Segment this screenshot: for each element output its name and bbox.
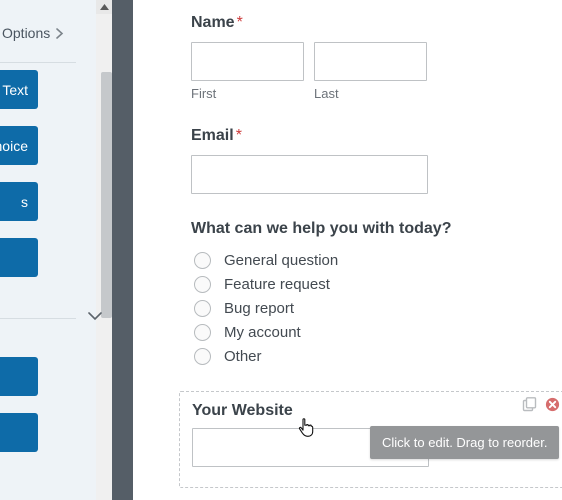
radio-icon [194,324,211,341]
radio-label: Other [224,348,262,365]
duplicate-icon [522,397,537,412]
name-label: Name* [191,14,562,32]
radio-icon [194,348,211,365]
field-pill-choice[interactable]: Choice [0,126,38,165]
required-asterisk: * [236,127,242,144]
section-expander[interactable] [0,301,112,331]
chevron-down-icon [88,312,102,321]
radio-icon [194,300,211,317]
field-pill-text[interactable]: h Text [0,70,38,109]
field-pill-extra-1[interactable] [0,357,38,396]
field-pill-extra-2[interactable] [0,413,38,452]
options-label: Options [2,25,50,41]
radio-label: General question [224,252,338,269]
options-toggle[interactable]: Options [0,18,112,48]
required-asterisk: * [237,14,243,31]
delete-icon [545,397,560,412]
chevron-right-icon [55,28,64,39]
delete-field-button[interactable] [544,396,560,412]
radio-list: General question Feature request Bug rep… [191,252,562,365]
email-input[interactable] [191,155,428,194]
radio-label: Feature request [224,276,330,293]
field-question[interactable]: What can we help you with today? General… [191,220,562,365]
radio-option-bug[interactable]: Bug report [194,300,562,317]
name-first-sublabel: First [191,86,304,101]
radio-icon [194,276,211,293]
name-first-input[interactable] [191,42,304,81]
radio-icon [194,252,211,269]
email-label: Email* [191,127,562,145]
field-name[interactable]: Name* First Last [191,14,562,101]
name-last-input[interactable] [314,42,427,81]
radio-label: My account [224,324,301,341]
field-type-list: h Text Choice s [0,70,112,277]
field-email[interactable]: Email* [191,127,562,194]
field-pill-s[interactable]: s [0,182,38,221]
radio-label: Bug report [224,300,294,317]
website-label: Your Website [192,402,554,420]
name-last-sublabel: Last [314,86,427,101]
form-canvas: Name* First Last Email* What can w [133,0,562,500]
sidebar: Options h Text Choice s [0,0,112,500]
radio-option-account[interactable]: My account [194,324,562,341]
question-label: What can we help you with today? [191,220,562,238]
duplicate-field-button[interactable] [521,396,537,412]
edit-tooltip: Click to edit. Drag to reorder. [370,426,559,459]
panel-divider [112,0,133,500]
radio-option-general[interactable]: General question [194,252,562,269]
field-pill-blank[interactable] [0,238,38,277]
radio-option-feature[interactable]: Feature request [194,276,562,293]
radio-option-other[interactable]: Other [194,348,562,365]
